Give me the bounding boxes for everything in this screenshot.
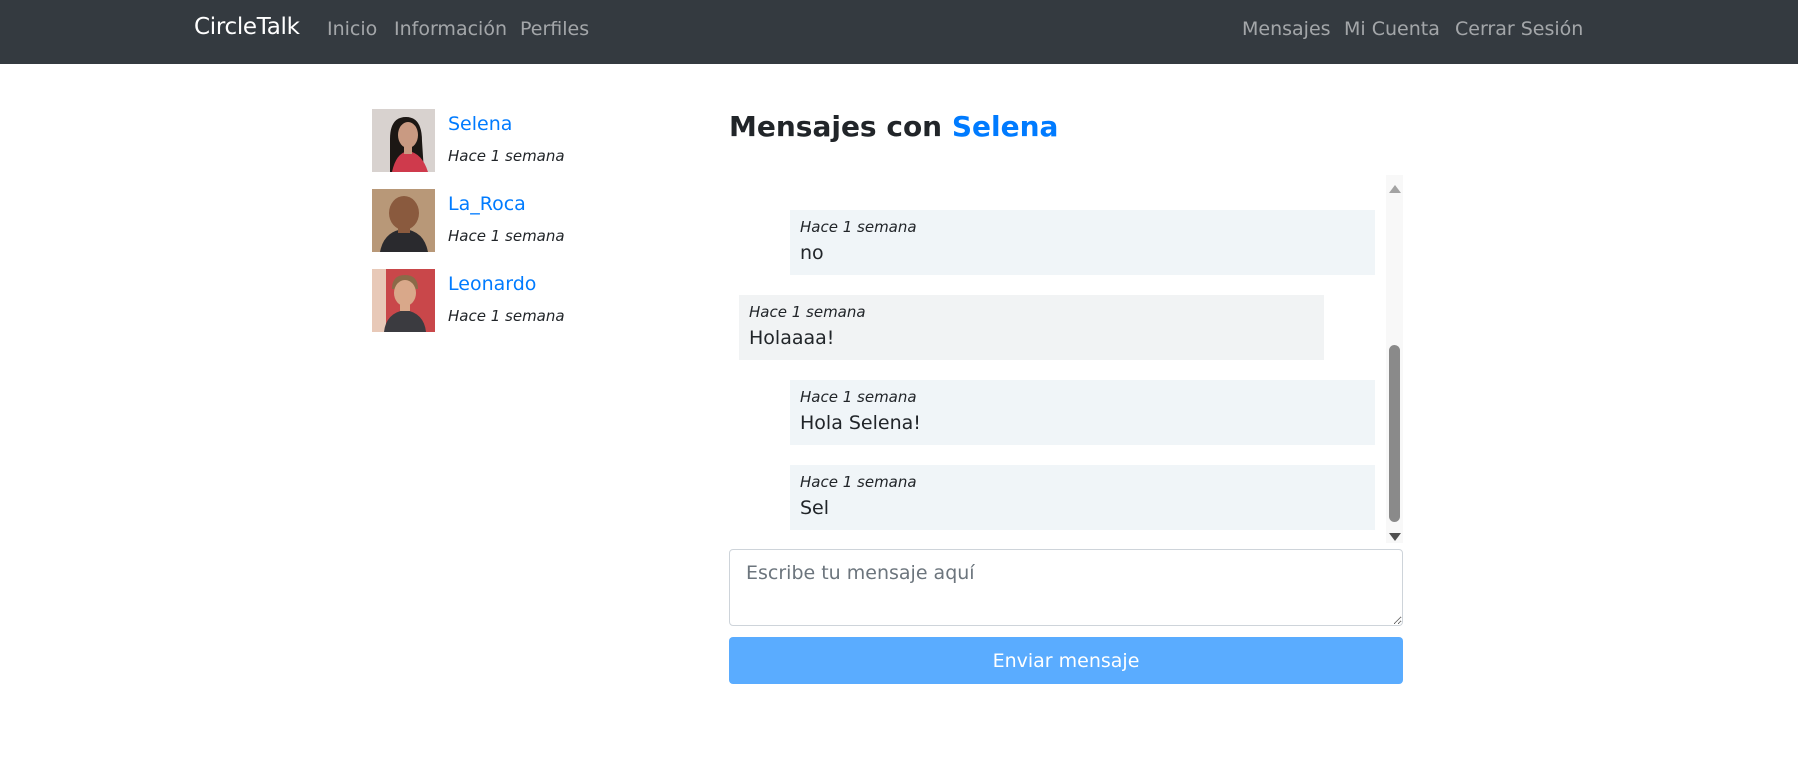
contact-timestamp: Hace 1 semana xyxy=(448,147,565,165)
message-timestamp: Hace 1 semana xyxy=(749,303,866,321)
contact-timestamp: Hace 1 semana xyxy=(448,307,565,325)
message-received: Hace 1 semana Holaaaa! xyxy=(739,295,1324,360)
avatar[interactable] xyxy=(372,109,435,172)
message-text: Sel xyxy=(800,497,830,519)
message-sent: Hace 1 semana no xyxy=(790,210,1375,275)
contact-item-la-roca[interactable]: La_Roca Hace 1 semana xyxy=(372,189,672,253)
page-title-user[interactable]: Selena xyxy=(952,110,1059,143)
nav-link-cerrar-sesion[interactable]: Cerrar Sesión xyxy=(1455,18,1583,40)
contact-item-selena[interactable]: Selena Hace 1 semana xyxy=(372,109,672,173)
contact-item-leonardo[interactable]: Leonardo Hace 1 semana xyxy=(372,269,672,333)
message-timestamp: Hace 1 semana xyxy=(800,218,917,236)
message-sent: Hace 1 semana Hola Selena! xyxy=(790,380,1375,445)
top-navbar: CircleTalk Inicio Información Perfiles M… xyxy=(0,0,1798,64)
scroll-down-arrow-icon[interactable] xyxy=(1389,533,1401,541)
nav-link-mensajes[interactable]: Mensajes xyxy=(1242,18,1331,40)
scroll-thumb[interactable] xyxy=(1389,345,1400,522)
message-timestamp: Hace 1 semana xyxy=(800,473,917,491)
message-sent: Hace 1 semana Sel xyxy=(790,465,1375,530)
brand-logo[interactable]: CircleTalk xyxy=(194,14,300,40)
message-text: Holaaaa! xyxy=(749,327,835,349)
messages-panel[interactable]: Si Hace 1 semana no Hace 1 semana Holaaa… xyxy=(729,175,1403,543)
contact-timestamp: Hace 1 semana xyxy=(448,227,565,245)
page-title: Mensajes con Selena xyxy=(729,110,1058,143)
nav-link-perfiles[interactable]: Perfiles xyxy=(520,18,589,40)
avatar[interactable] xyxy=(372,269,435,332)
message-text: Hola Selena! xyxy=(800,412,921,434)
contact-name[interactable]: Selena xyxy=(448,113,512,135)
message-timestamp: Hace 1 semana xyxy=(800,388,917,406)
send-message-button[interactable]: Enviar mensaje xyxy=(729,637,1403,684)
message-input[interactable] xyxy=(729,549,1403,626)
messages-scrollbar[interactable] xyxy=(1386,175,1403,543)
nav-link-inicio[interactable]: Inicio xyxy=(327,18,377,40)
avatar[interactable] xyxy=(372,189,435,252)
nav-link-informacion[interactable]: Información xyxy=(394,18,507,40)
contact-name[interactable]: La_Roca xyxy=(448,193,526,215)
page-title-prefix: Mensajes con xyxy=(729,110,943,143)
nav-link-mi-cuenta[interactable]: Mi Cuenta xyxy=(1344,18,1440,40)
message-text: no xyxy=(800,242,824,264)
contact-name[interactable]: Leonardo xyxy=(448,273,536,295)
scroll-up-arrow-icon[interactable] xyxy=(1389,185,1401,193)
